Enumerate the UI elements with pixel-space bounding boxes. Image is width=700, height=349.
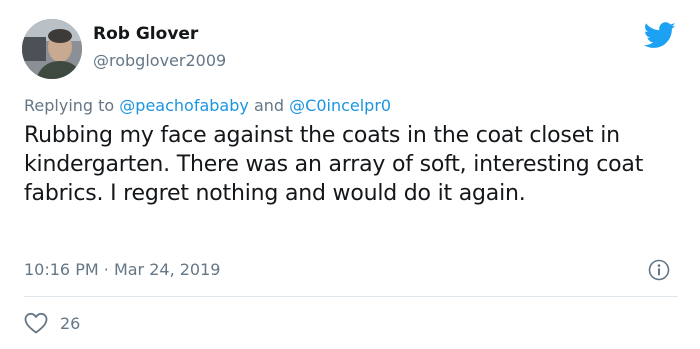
tweet-text: Rubbing my face against the coats in the…: [24, 123, 644, 206]
tweet-timestamp[interactable]: 10:16 PM · Mar 24, 2019: [24, 260, 220, 279]
avatar[interactable]: [22, 19, 82, 79]
mention-link[interactable]: @peachofababy: [119, 96, 249, 115]
meta-separator: ·: [103, 260, 109, 279]
tweet-time: 10:16 PM: [24, 260, 99, 279]
divider: [24, 296, 678, 297]
like-button[interactable]: 26: [24, 311, 80, 335]
twitter-bird-icon[interactable]: [644, 22, 676, 49]
author-name[interactable]: Rob Glover: [93, 24, 198, 44]
replying-to: Replying to @peachofababy and @C0incelpr…: [24, 96, 391, 115]
info-icon[interactable]: [648, 259, 670, 281]
like-count: 26: [60, 313, 81, 333]
tweet-date: Mar 24, 2019: [113, 260, 221, 279]
heart-icon: [24, 312, 48, 334]
mention-link[interactable]: @C0incelpr0: [289, 96, 391, 115]
profile-photo: [22, 19, 82, 79]
author-handle[interactable]: @robglover2009: [93, 51, 226, 70]
tweet-card: Rob Glover @robglover2009 Replying to @p…: [0, 0, 700, 349]
replying-prefix: Replying to: [24, 96, 115, 115]
replying-joiner: and: [253, 96, 285, 115]
